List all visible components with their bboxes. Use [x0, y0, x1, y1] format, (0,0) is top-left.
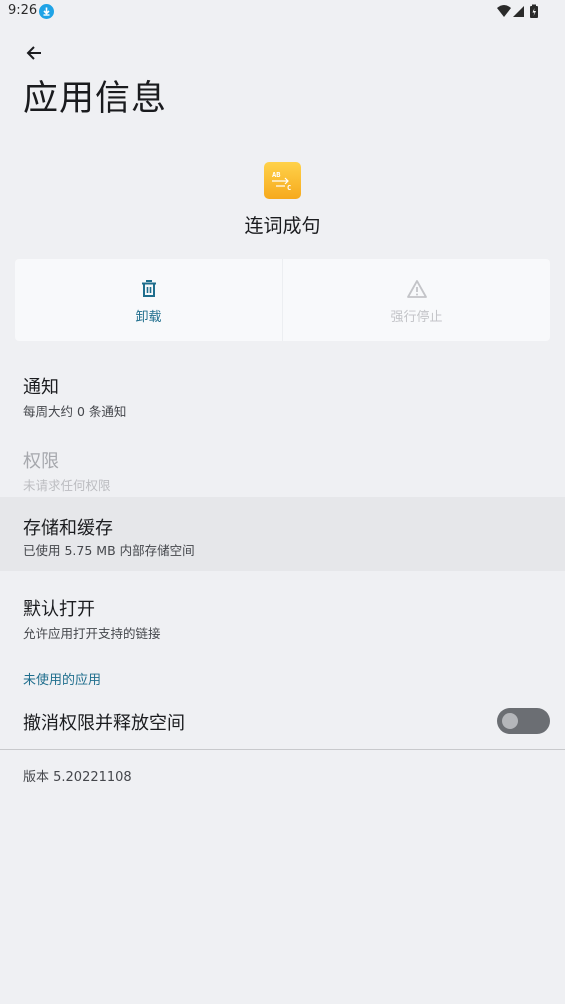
toggle-knob	[502, 713, 518, 729]
permissions-title: 权限	[23, 451, 59, 472]
status-time: 9:26	[8, 3, 38, 18]
svg-text:AB: AB	[272, 171, 280, 179]
app-icon: AB C	[264, 162, 301, 199]
status-icons	[497, 4, 538, 18]
page-title: 应用信息	[23, 79, 168, 119]
app-name: 连词成句	[244, 215, 321, 237]
remove-permissions-toggle[interactable]	[497, 708, 550, 734]
remove-permissions-row[interactable]: 撤消权限并释放空间	[0, 695, 565, 749]
remove-permissions-title: 撤消权限并释放空间	[23, 713, 185, 734]
force-stop-label: 强行停止	[390, 310, 443, 325]
open-by-default-row[interactable]: 默认打开 允许应用打开支持的链接	[0, 579, 565, 653]
divider	[0, 749, 565, 750]
open-by-default-title: 默认打开	[23, 599, 95, 620]
action-card: 卸载 强行停止	[15, 259, 550, 341]
back-button[interactable]	[20, 40, 48, 68]
notifications-title: 通知	[23, 377, 59, 398]
battery-charging-icon	[530, 4, 538, 18]
arrow-back-icon	[26, 46, 41, 60]
open-by-default-subtitle: 允许应用打开支持的链接	[23, 626, 161, 641]
svg-text:C: C	[287, 184, 291, 192]
version-label: 版本 5.20221108	[23, 770, 132, 785]
permissions-row[interactable]: 权限 未请求任何权限	[0, 431, 565, 505]
permissions-subtitle: 未请求任何权限	[23, 478, 111, 493]
storage-subtitle: 已使用 5.75 MB 内部存储空间	[23, 543, 195, 558]
status-bar: 9:26	[0, 0, 565, 24]
app-info-screen: 9:26 应用信息 AB C 连词成句 卸载 强行停止 通知 每周大约 0 条通…	[0, 0, 565, 1004]
trash-icon	[141, 280, 156, 297]
storage-row[interactable]: 存储和缓存 已使用 5.75 MB 内部存储空间	[0, 497, 565, 571]
uninstall-label: 卸载	[135, 310, 162, 325]
signal-icon	[513, 6, 524, 17]
unused-apps-section-label: 未使用的应用	[23, 673, 102, 688]
notifications-row[interactable]: 通知 每周大约 0 条通知	[0, 357, 565, 431]
force-stop-button[interactable]: 强行停止	[283, 259, 550, 341]
notifications-subtitle: 每周大约 0 条通知	[23, 404, 127, 419]
uninstall-button[interactable]: 卸载	[15, 259, 282, 341]
storage-title: 存储和缓存	[23, 518, 113, 539]
wifi-icon	[497, 5, 511, 17]
warning-icon	[406, 280, 427, 298]
download-icon	[39, 4, 54, 19]
